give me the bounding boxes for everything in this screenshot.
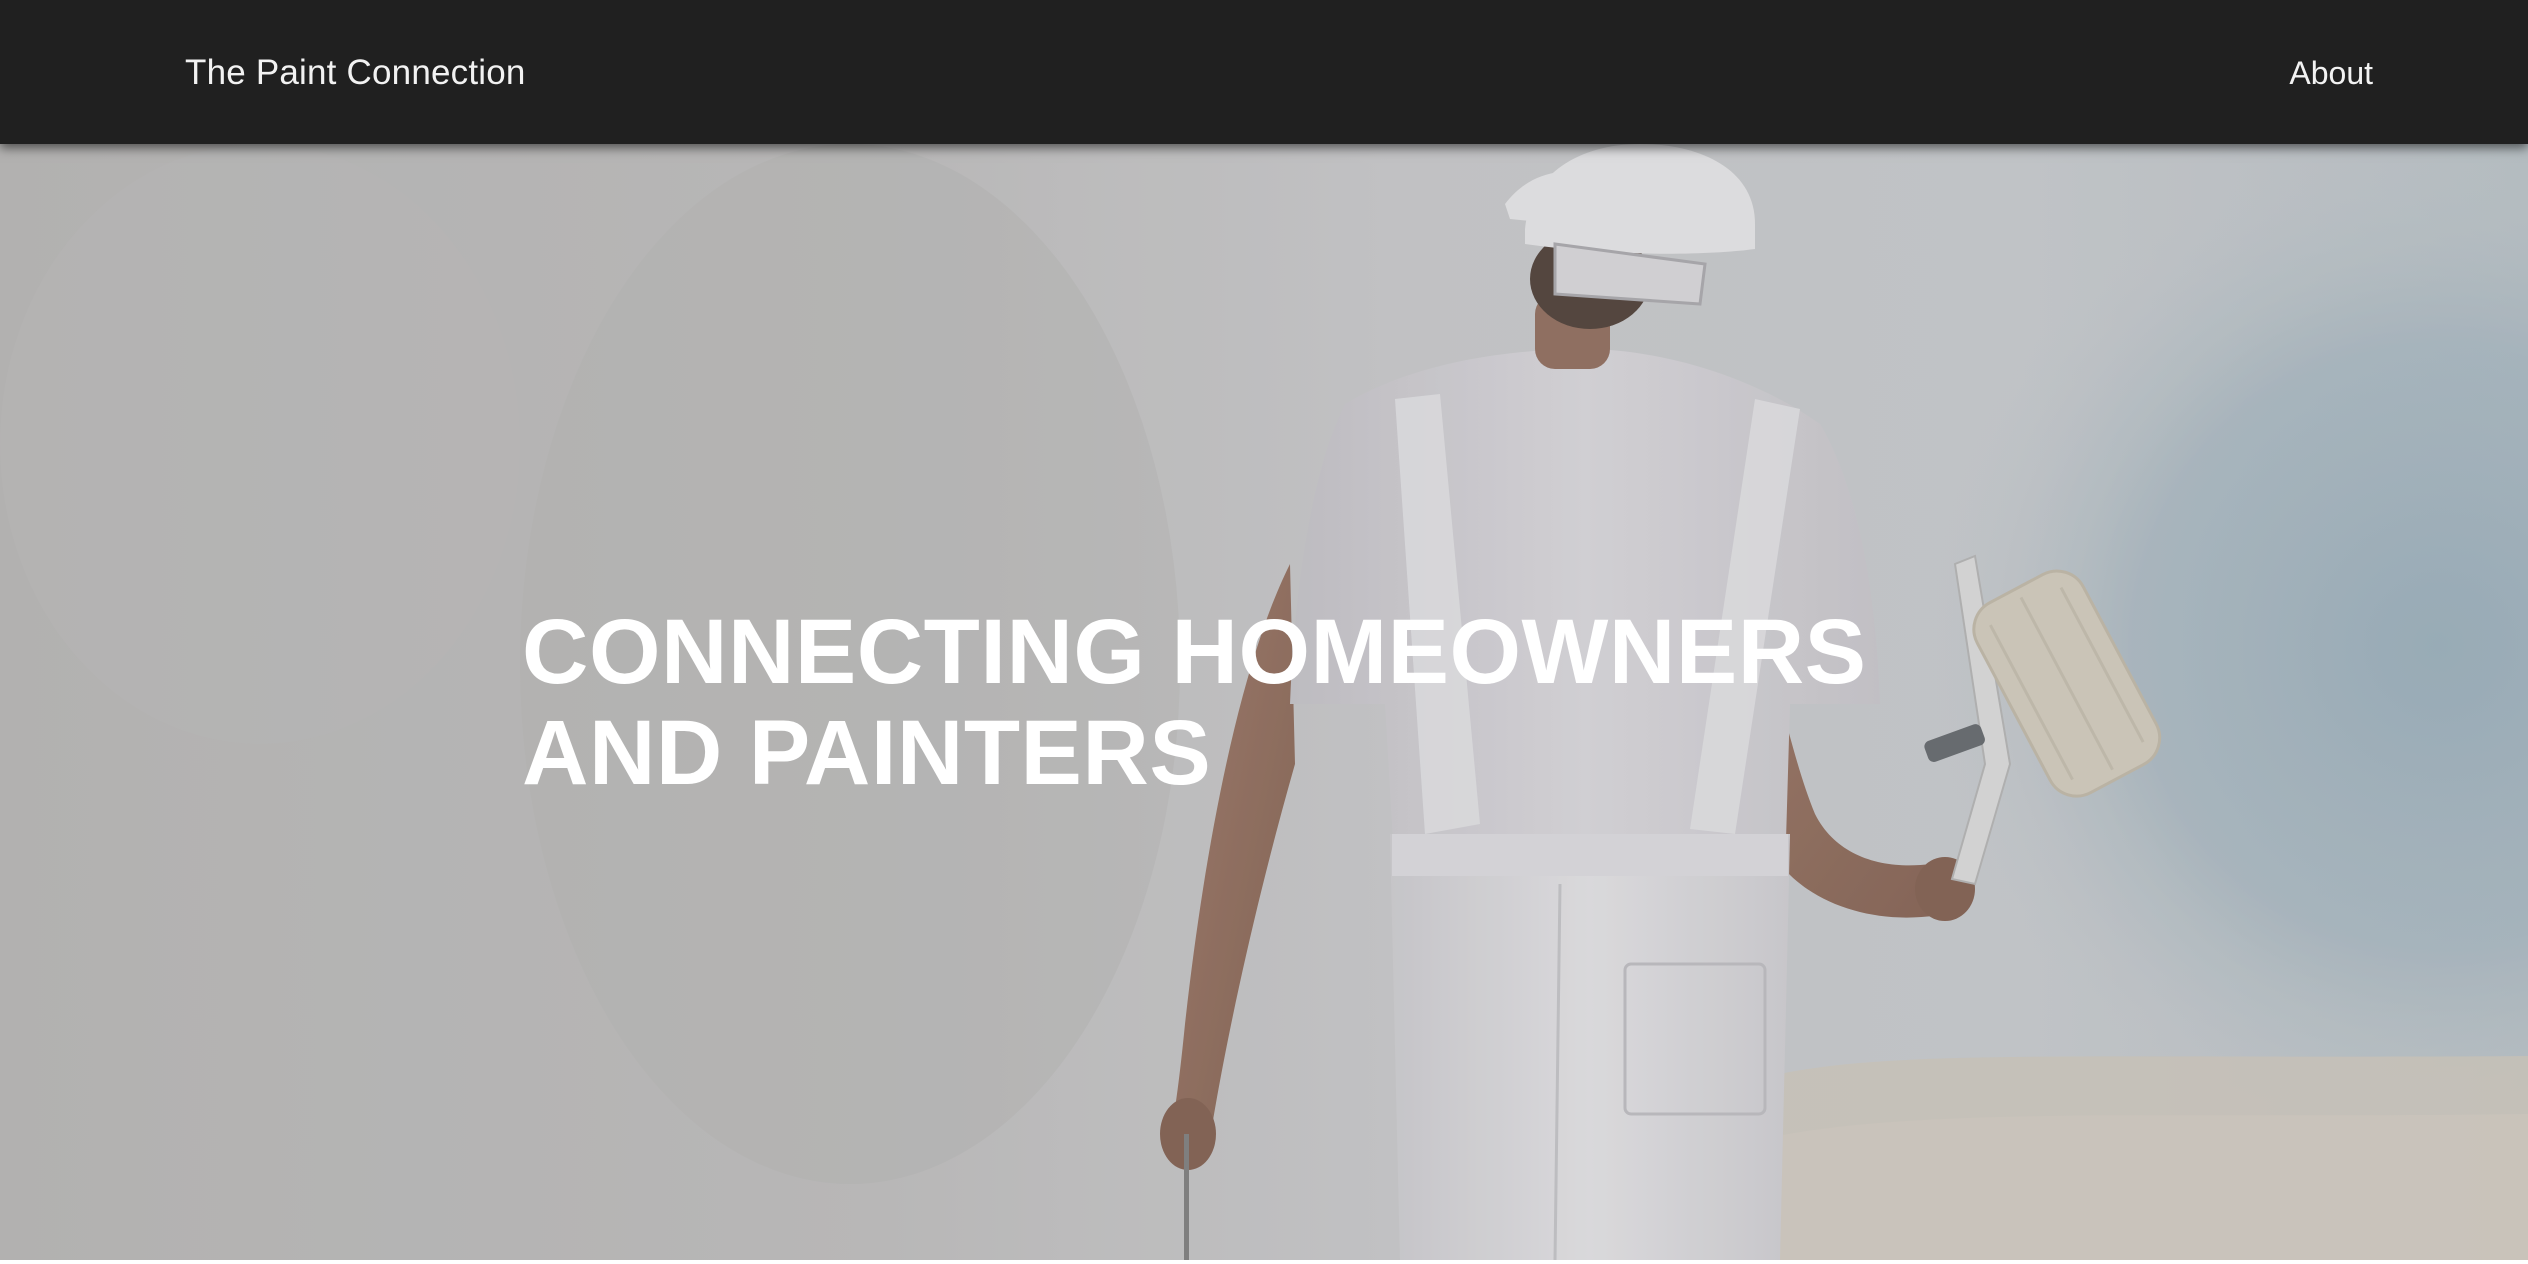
page: The Paint Connection About CONNECTING HO… bbox=[0, 0, 2528, 1264]
hero-title-line-2: AND PAINTERS bbox=[522, 702, 1212, 804]
hero-title: CONNECTING HOMEOWNERS AND PAINTERS bbox=[522, 602, 1867, 804]
site-title-link[interactable]: The Paint Connection bbox=[185, 50, 526, 96]
hero-section: CONNECTING HOMEOWNERS AND PAINTERS bbox=[0, 144, 2528, 1260]
site-header: The Paint Connection About bbox=[0, 0, 2528, 144]
hero-title-line-1: CONNECTING HOMEOWNERS bbox=[522, 601, 1867, 703]
nav-link-about[interactable]: About bbox=[2289, 50, 2373, 96]
bottom-divider bbox=[0, 1260, 2528, 1264]
